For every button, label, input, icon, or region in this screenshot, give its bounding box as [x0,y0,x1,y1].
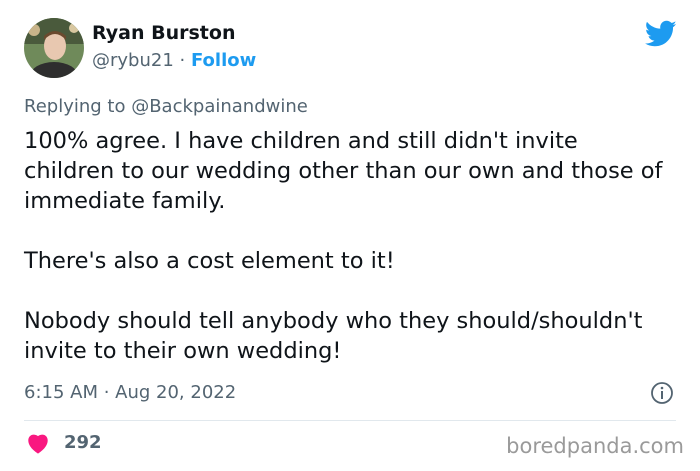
tweet-paragraph-2: There's also a cost element to it! [24,248,395,274]
separator-dot: · [173,50,191,71]
info-icon[interactable] [650,381,674,405]
replying-to: Replying to @Backpainandwine [24,96,308,117]
tweet-body: 100% agree. I have children and still di… [24,126,664,366]
heart-icon[interactable] [26,432,50,454]
author-name[interactable]: Ryan Burston [92,22,235,44]
avatar[interactable] [24,18,84,78]
handle-row: @rybu21 · Follow [92,50,256,71]
divider [24,420,676,421]
twitter-bird-icon[interactable] [645,20,677,48]
boredpanda-watermark: boredpanda.com [506,434,684,458]
like-count: 292 [64,432,102,453]
author-handle[interactable]: @rybu21 [92,50,174,71]
follow-button[interactable]: Follow [191,50,256,71]
tweet-timestamp[interactable]: 6:15 AM · Aug 20, 2022 [24,382,236,403]
tweet-paragraph-1: 100% agree. I have children and still di… [24,128,663,214]
reply-prefix: Replying to [24,96,132,117]
avatar-image [24,18,84,78]
reply-mention-link[interactable]: @Backpainandwine [131,96,308,117]
tweet-paragraph-3: Nobody should tell anybody who they shou… [24,308,643,364]
